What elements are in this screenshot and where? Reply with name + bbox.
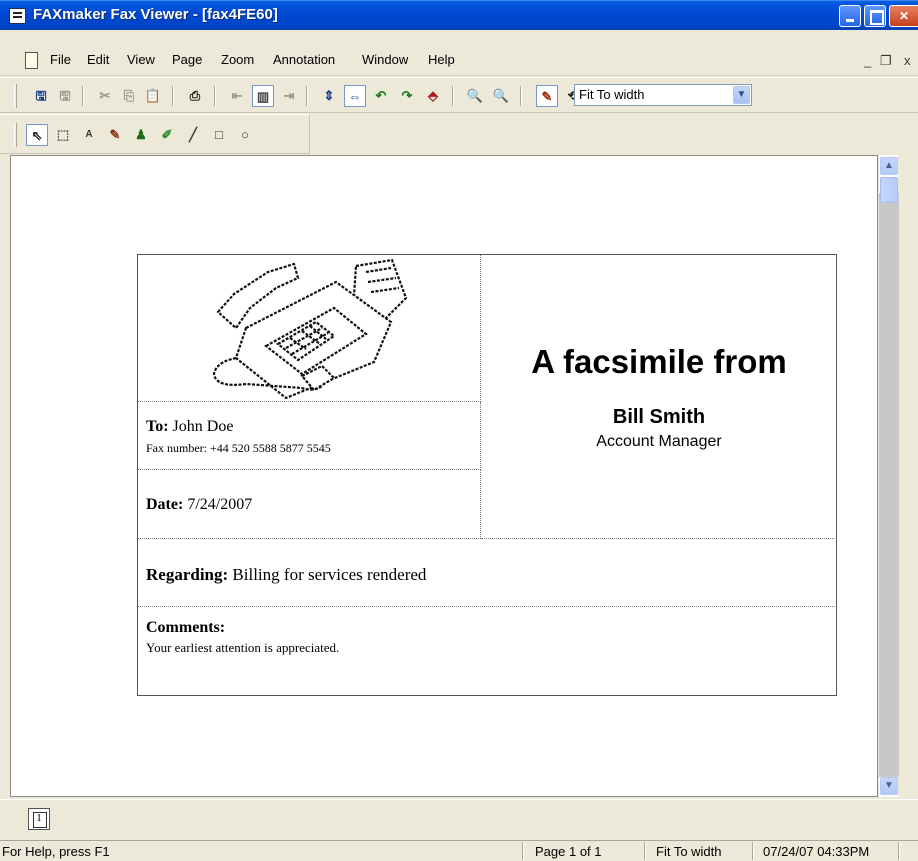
regarding-label: Regarding:	[146, 565, 229, 584]
mdi-minimize-button[interactable]: _	[864, 53, 871, 68]
status-bar: For Help, press F1 Page 1 of 1 Fit To wi…	[0, 840, 918, 861]
zoom-in-icon[interactable]: 🔍	[490, 85, 512, 107]
menu-zoom[interactable]: Zoom	[221, 52, 254, 67]
toolbar-grip[interactable]	[14, 84, 17, 108]
menu-file[interactable]: File	[50, 52, 71, 67]
menu-window[interactable]: Window	[362, 52, 408, 67]
maximize-button[interactable]	[864, 5, 886, 27]
date-value: 7/24/2007	[187, 496, 253, 513]
regarding-cell: Regarding: Billing for services rendered	[138, 539, 837, 607]
sender-name: Bill Smith	[612, 406, 706, 428]
minimize-button[interactable]	[839, 5, 861, 27]
menu-help[interactable]: Help	[428, 52, 455, 67]
date-cell: Date: 7/24/2007	[138, 470, 481, 539]
flip-icon[interactable]: ⬘	[422, 85, 444, 107]
stamp-icon[interactable]: ♟	[130, 124, 152, 146]
page-1-button[interactable]: 1	[28, 808, 50, 830]
status-zoom-mode: Fit To width	[656, 844, 722, 859]
page-view-icon[interactable]: ▥	[252, 85, 274, 107]
next-page-icon[interactable]: ⇥	[278, 85, 300, 107]
date-label: Date:	[146, 496, 184, 513]
annotate-pen-icon[interactable]: ✎	[536, 85, 558, 107]
menu-edit[interactable]: Edit	[87, 52, 109, 67]
scrollbar-thumb[interactable]	[880, 177, 898, 203]
scrollbar-track[interactable]	[879, 193, 899, 777]
fax-number-value: +44 520 5588 5877 5545	[210, 441, 331, 455]
fax-machine-icon	[212, 258, 408, 400]
fax-cover-sheet: A facsimile from Bill Smith Account Mana…	[137, 254, 837, 696]
copy-icon[interactable]: ⎘	[118, 85, 140, 107]
chevron-down-icon[interactable]: ▼	[733, 86, 750, 104]
highlighter-icon[interactable]: ✐	[156, 124, 178, 146]
zoom-mode-select[interactable]: Fit To width ▼	[574, 84, 752, 106]
fax-number-label: Fax number:	[146, 441, 207, 455]
previous-page-icon[interactable]: ⇤	[226, 85, 248, 107]
print-icon[interactable]: ⎙	[184, 85, 206, 107]
rectangle-select-icon[interactable]: ⬚	[52, 124, 74, 146]
title-bar[interactable]: FAXmaker Fax Viewer - [fax4FE60] ✕	[0, 0, 918, 30]
fit-height-icon[interactable]: ⇕	[318, 85, 340, 107]
regarding-value: Billing for services rendered	[232, 565, 427, 584]
page-thumbnail-bar: 1	[0, 799, 918, 836]
status-help-text: For Help, press F1	[2, 844, 110, 859]
comments-text: Your earliest attention is appreciated.	[146, 640, 340, 655]
mdi-close-button[interactable]: x	[904, 53, 911, 68]
window-title: FAXmaker Fax Viewer - [fax4FE60]	[33, 6, 278, 23]
save-icon[interactable]: 🖫	[30, 85, 52, 107]
fax-viewer-app-icon[interactable]	[9, 8, 26, 24]
zoom-mode-value: Fit To width	[579, 87, 645, 102]
status-page-indicator: Page 1 of 1	[535, 844, 602, 859]
regarding-line: Regarding: Billing for services rendered	[146, 565, 426, 585]
facsimile-heading: A facsimile from	[531, 343, 787, 380]
main-toolbar: 🖫 🖫 ✂ ⎘ 📋 ⎙ ⇤ ▥ ⇥ ⇕ ⇔ ↶ ↷ ⬘ 🔍 🔍 ✎ ⟲ ⊞	[0, 77, 918, 113]
text-annotation-icon[interactable]: A	[78, 124, 100, 146]
to-label: To:	[146, 418, 169, 435]
zoom-out-icon[interactable]: 🔍	[464, 85, 486, 107]
annotation-toolbar: ⇖ ⬚ A ✎ ♟ ✐ ╱ □ ○	[0, 114, 310, 154]
status-timestamp: 07/24/07 04:33PM	[763, 844, 870, 859]
ellipse-icon[interactable]: ○	[234, 124, 256, 146]
recipient-name: John Doe	[172, 418, 234, 435]
mdi-restore-button[interactable]: ❐	[880, 53, 892, 69]
recipient-cell: To: John Doe Fax number: +44 520 5588 58…	[138, 402, 481, 470]
rotate-left-icon[interactable]: ↶	[370, 85, 392, 107]
scroll-down-button[interactable]: ▼	[880, 777, 898, 795]
pen-icon[interactable]: ✎	[104, 124, 126, 146]
fax-number-line: Fax number: +44 520 5588 5877 5545	[146, 441, 331, 456]
menu-page[interactable]: Page	[172, 52, 202, 67]
paste-icon[interactable]: 📋	[142, 85, 164, 107]
save-as-icon[interactable]: 🖫	[54, 85, 76, 107]
date-line: Date: 7/24/2007	[146, 496, 252, 514]
recipient-line: To: John Doe	[146, 418, 233, 436]
select-arrow-icon[interactable]: ⇖	[26, 124, 48, 146]
toolbar-grip[interactable]	[14, 123, 17, 147]
sender-title: Account Manager	[596, 433, 722, 450]
line-icon[interactable]: ╱	[182, 124, 204, 146]
vertical-scrollbar[interactable]: ▲ ▼	[878, 155, 899, 797]
fit-width-icon[interactable]: ⇔	[344, 85, 366, 107]
comments-cell: Comments: Your earliest attention is app…	[138, 607, 837, 696]
sender-cell: A facsimile from Bill Smith Account Mana…	[481, 255, 837, 539]
rectangle-icon[interactable]: □	[208, 124, 230, 146]
scroll-up-button[interactable]: ▲	[880, 157, 898, 175]
rotate-right-icon[interactable]: ↷	[396, 85, 418, 107]
document-icon[interactable]	[25, 52, 38, 69]
comments-label: Comments:	[146, 619, 226, 636]
cut-icon[interactable]: ✂	[94, 85, 116, 107]
menu-annotation[interactable]: Annotation	[273, 52, 335, 67]
fax-machine-picture-cell	[138, 255, 481, 402]
menu-view[interactable]: View	[127, 52, 155, 67]
close-button[interactable]: ✕	[889, 5, 918, 27]
